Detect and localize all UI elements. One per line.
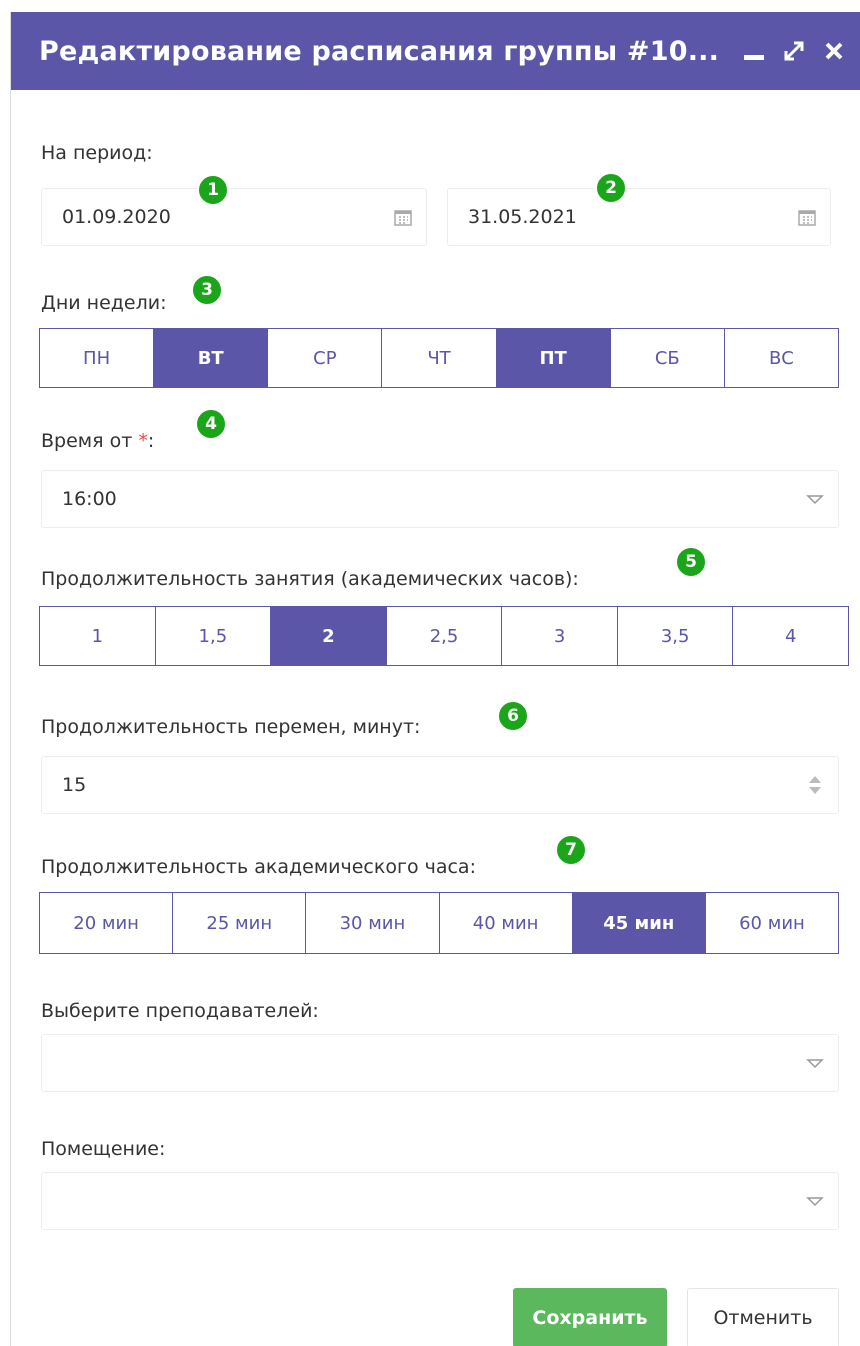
minimize-icon[interactable] <box>741 38 767 64</box>
time-from-label-suffix: : <box>147 430 155 452</box>
calendar-icon[interactable] <box>798 208 816 226</box>
required-mark: * <box>138 430 148 452</box>
callout-badge-2: 2 <box>595 172 627 204</box>
academic-hour-option[interactable]: 40 мин <box>439 893 573 953</box>
close-icon[interactable] <box>821 38 847 64</box>
academic-hour-option[interactable]: 30 мин <box>306 893 440 953</box>
weekday-option[interactable]: СБ <box>610 329 725 387</box>
window-controls <box>741 12 847 90</box>
room-label: Помещение: <box>41 1138 166 1160</box>
academic-hour-option[interactable]: 60 мин <box>705 893 839 953</box>
cancel-button[interactable]: Отменить <box>687 1288 839 1346</box>
break-duration-input[interactable] <box>62 774 606 796</box>
save-button[interactable]: Сохранить <box>513 1288 667 1346</box>
period-end-field[interactable] <box>447 188 831 246</box>
teachers-label: Выберите преподавателей: <box>41 1000 319 1022</box>
time-from-label-text: Время от <box>41 430 139 452</box>
callout-badge-3: 3 <box>191 274 223 306</box>
schedule-edit-dialog: Редактирование расписания группы #10... … <box>10 12 860 1346</box>
lesson-duration-selector: 1 1,5 2 2,5 3 3,5 4 <box>39 606 849 666</box>
break-duration-label: Продолжительность перемен, минут: <box>41 716 421 738</box>
callout-badge-1: 1 <box>197 174 229 206</box>
academic-hour-selector: 20 мин 25 мин 30 мин 40 мин 45 мин 60 мин <box>39 892 839 954</box>
chevron-down-icon[interactable] <box>806 490 824 508</box>
lesson-duration-option[interactable]: 3 <box>502 607 618 665</box>
time-from-select[interactable]: 16:00 <box>41 470 839 528</box>
period-start-input[interactable] <box>62 206 317 228</box>
teachers-select[interactable] <box>41 1034 839 1092</box>
dialog-title: Редактирование расписания группы #10... <box>39 35 720 67</box>
lesson-duration-option[interactable]: 1,5 <box>155 607 272 665</box>
lesson-duration-label: Продолжительность занятия (академических… <box>41 568 579 590</box>
chevron-down-icon[interactable] <box>806 1192 824 1210</box>
weekday-option[interactable]: ПТ <box>496 329 611 387</box>
weekdays-label: Дни недели: <box>41 292 167 314</box>
callout-badge-4: 4 <box>195 408 227 440</box>
weekday-selector: ПН ВТ СР ЧТ ПТ СБ ВС <box>39 328 839 388</box>
chevron-down-icon[interactable] <box>806 1054 824 1072</box>
period-end-input[interactable] <box>468 206 722 228</box>
maximize-icon[interactable] <box>781 38 807 64</box>
callout-badge-6: 6 <box>497 700 529 732</box>
lesson-duration-option[interactable]: 4 <box>733 607 849 665</box>
lesson-duration-option[interactable]: 2 <box>271 607 387 665</box>
spinner-icon[interactable] <box>806 773 824 797</box>
weekday-option[interactable]: ЧТ <box>382 329 497 387</box>
weekday-option[interactable]: ВС <box>724 329 838 387</box>
callout-badge-5: 5 <box>675 546 707 578</box>
academic-hour-option[interactable]: 45 мин <box>572 893 706 953</box>
academic-hour-option[interactable]: 20 мин <box>40 893 174 953</box>
time-from-value: 16:00 <box>62 488 117 510</box>
lesson-duration-option[interactable]: 1 <box>40 607 156 665</box>
lesson-duration-option[interactable]: 2,5 <box>386 607 503 665</box>
period-start-field[interactable] <box>41 188 427 246</box>
room-select[interactable] <box>41 1172 839 1230</box>
calendar-icon[interactable] <box>394 208 412 226</box>
lesson-duration-option[interactable]: 3,5 <box>617 607 734 665</box>
weekday-option[interactable]: ВТ <box>154 329 269 387</box>
academic-hour-option[interactable]: 25 мин <box>173 893 307 953</box>
weekday-option[interactable]: СР <box>268 329 383 387</box>
break-duration-field[interactable] <box>41 756 839 814</box>
academic-hour-label: Продолжительность академического часа: <box>41 856 476 878</box>
period-label: На период: <box>41 142 153 164</box>
callout-badge-7: 7 <box>555 834 587 866</box>
weekday-option[interactable]: ПН <box>40 329 155 387</box>
dialog-titlebar[interactable]: Редактирование расписания группы #10... <box>11 12 860 90</box>
time-from-label: Время от *: <box>41 430 154 452</box>
